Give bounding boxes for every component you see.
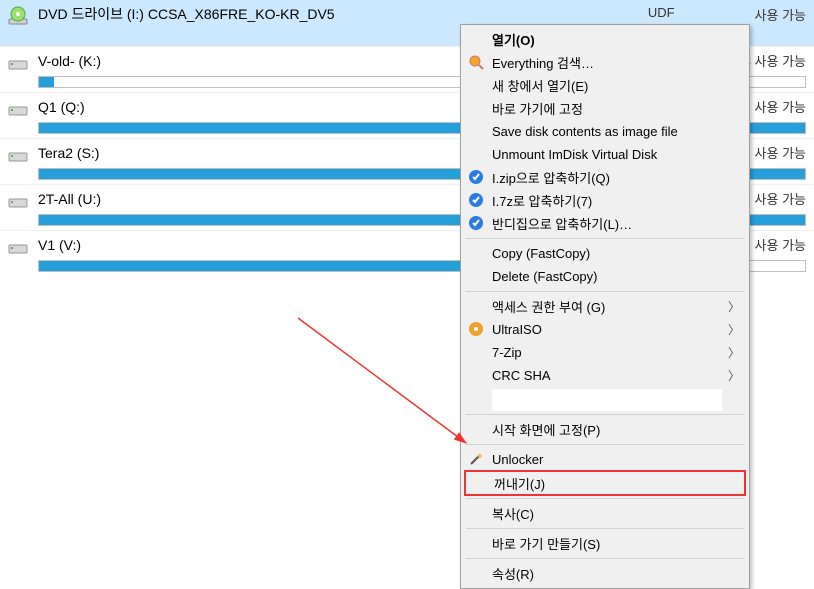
menu-unmount-imdisk[interactable]: Unmount ImDisk Virtual Disk [464,143,746,166]
menu-compress-bandizip[interactable]: 반디집으로 압축하기(L)… [464,212,746,235]
menu-compress-i7z[interactable]: I.7z로 압축하기(7) [464,189,746,212]
chevron-right-icon: 〉 [728,344,740,361]
menu-crc-sha[interactable]: CRC SHA〉 [464,364,746,387]
chevron-right-icon: 〉 [728,321,740,338]
menu-open[interactable]: 열기(O) [464,28,746,51]
drive-name: V1 (V:) [38,237,81,253]
menu-copy-fastcopy[interactable]: Copy (FastCopy) [464,242,746,265]
menu-7zip[interactable]: 7-Zip〉 [464,341,746,364]
chevron-right-icon: 〉 [728,298,740,315]
menu-pin-quick-access[interactable]: 바로 가기에 고정 [464,97,746,120]
drive-name: DVD 드라이브 (I:) CCSA_X86FRE_KO-KR_DV5 [38,4,335,24]
bandizip-icon [468,169,484,185]
drive-free-text: 사용 가능 [755,189,806,208]
hdd-icon [8,237,28,257]
menu-separator [466,444,744,445]
drive-name: Q1 (Q:) [38,99,85,115]
menu-separator [466,414,744,415]
dvd-drive-icon [8,6,28,26]
drive-free-text: 사용 가능 [755,97,806,116]
drive-free-text: 3 사용 가능 [744,51,806,70]
context-menu: 열기(O) Everything 검색… 새 창에서 열기(E) 바로 가기에 … [460,24,750,589]
menu-separator [466,528,744,529]
chevron-right-icon: 〉 [728,367,740,384]
drive-free-text: 사용 가능 [755,235,806,254]
menu-everything-search[interactable]: Everything 검색… [464,51,746,74]
ultraiso-icon [468,321,484,337]
hdd-icon [8,99,28,119]
bandizip-icon [468,192,484,208]
menu-open-new-window[interactable]: 새 창에서 열기(E) [464,74,746,97]
hdd-icon [8,191,28,211]
drive-fs: UDF [648,5,675,24]
menu-blank-item[interactable] [492,389,722,411]
drive-free-text: 사용 가능 [755,5,806,24]
annotation-arrow-icon [288,308,488,468]
menu-separator [466,238,744,239]
menu-pin-start[interactable]: 시작 화면에 고정(P) [464,418,746,441]
menu-delete-fastcopy[interactable]: Delete (FastCopy) [464,265,746,288]
menu-separator [466,291,744,292]
drive-name: V-old- (K:) [38,53,101,69]
menu-compress-izip[interactable]: I.zip으로 압축하기(Q) [464,166,746,189]
menu-ultraiso[interactable]: UltraISO〉 [464,318,746,341]
drive-name: 2T-All (U:) [38,191,101,207]
unlocker-wand-icon [468,451,484,467]
menu-create-shortcut[interactable]: 바로 가기 만들기(S) [464,532,746,555]
menu-save-disk-image[interactable]: Save disk contents as image file [464,120,746,143]
menu-give-access[interactable]: 액세스 권한 부여 (G)〉 [464,295,746,318]
drive-name: Tera2 (S:) [38,145,99,161]
hdd-icon [8,145,28,165]
menu-unlocker[interactable]: Unlocker [464,448,746,471]
hdd-icon [8,53,28,73]
drive-free-text: 사용 가능 [755,143,806,162]
search-icon [468,54,484,70]
bandizip-icon [468,215,484,231]
menu-eject[interactable]: 꺼내기(J) [464,470,746,496]
menu-separator [466,498,744,499]
menu-separator [466,558,744,559]
menu-copy[interactable]: 복사(C) [464,502,746,525]
menu-properties[interactable]: 속성(R) [464,562,746,585]
